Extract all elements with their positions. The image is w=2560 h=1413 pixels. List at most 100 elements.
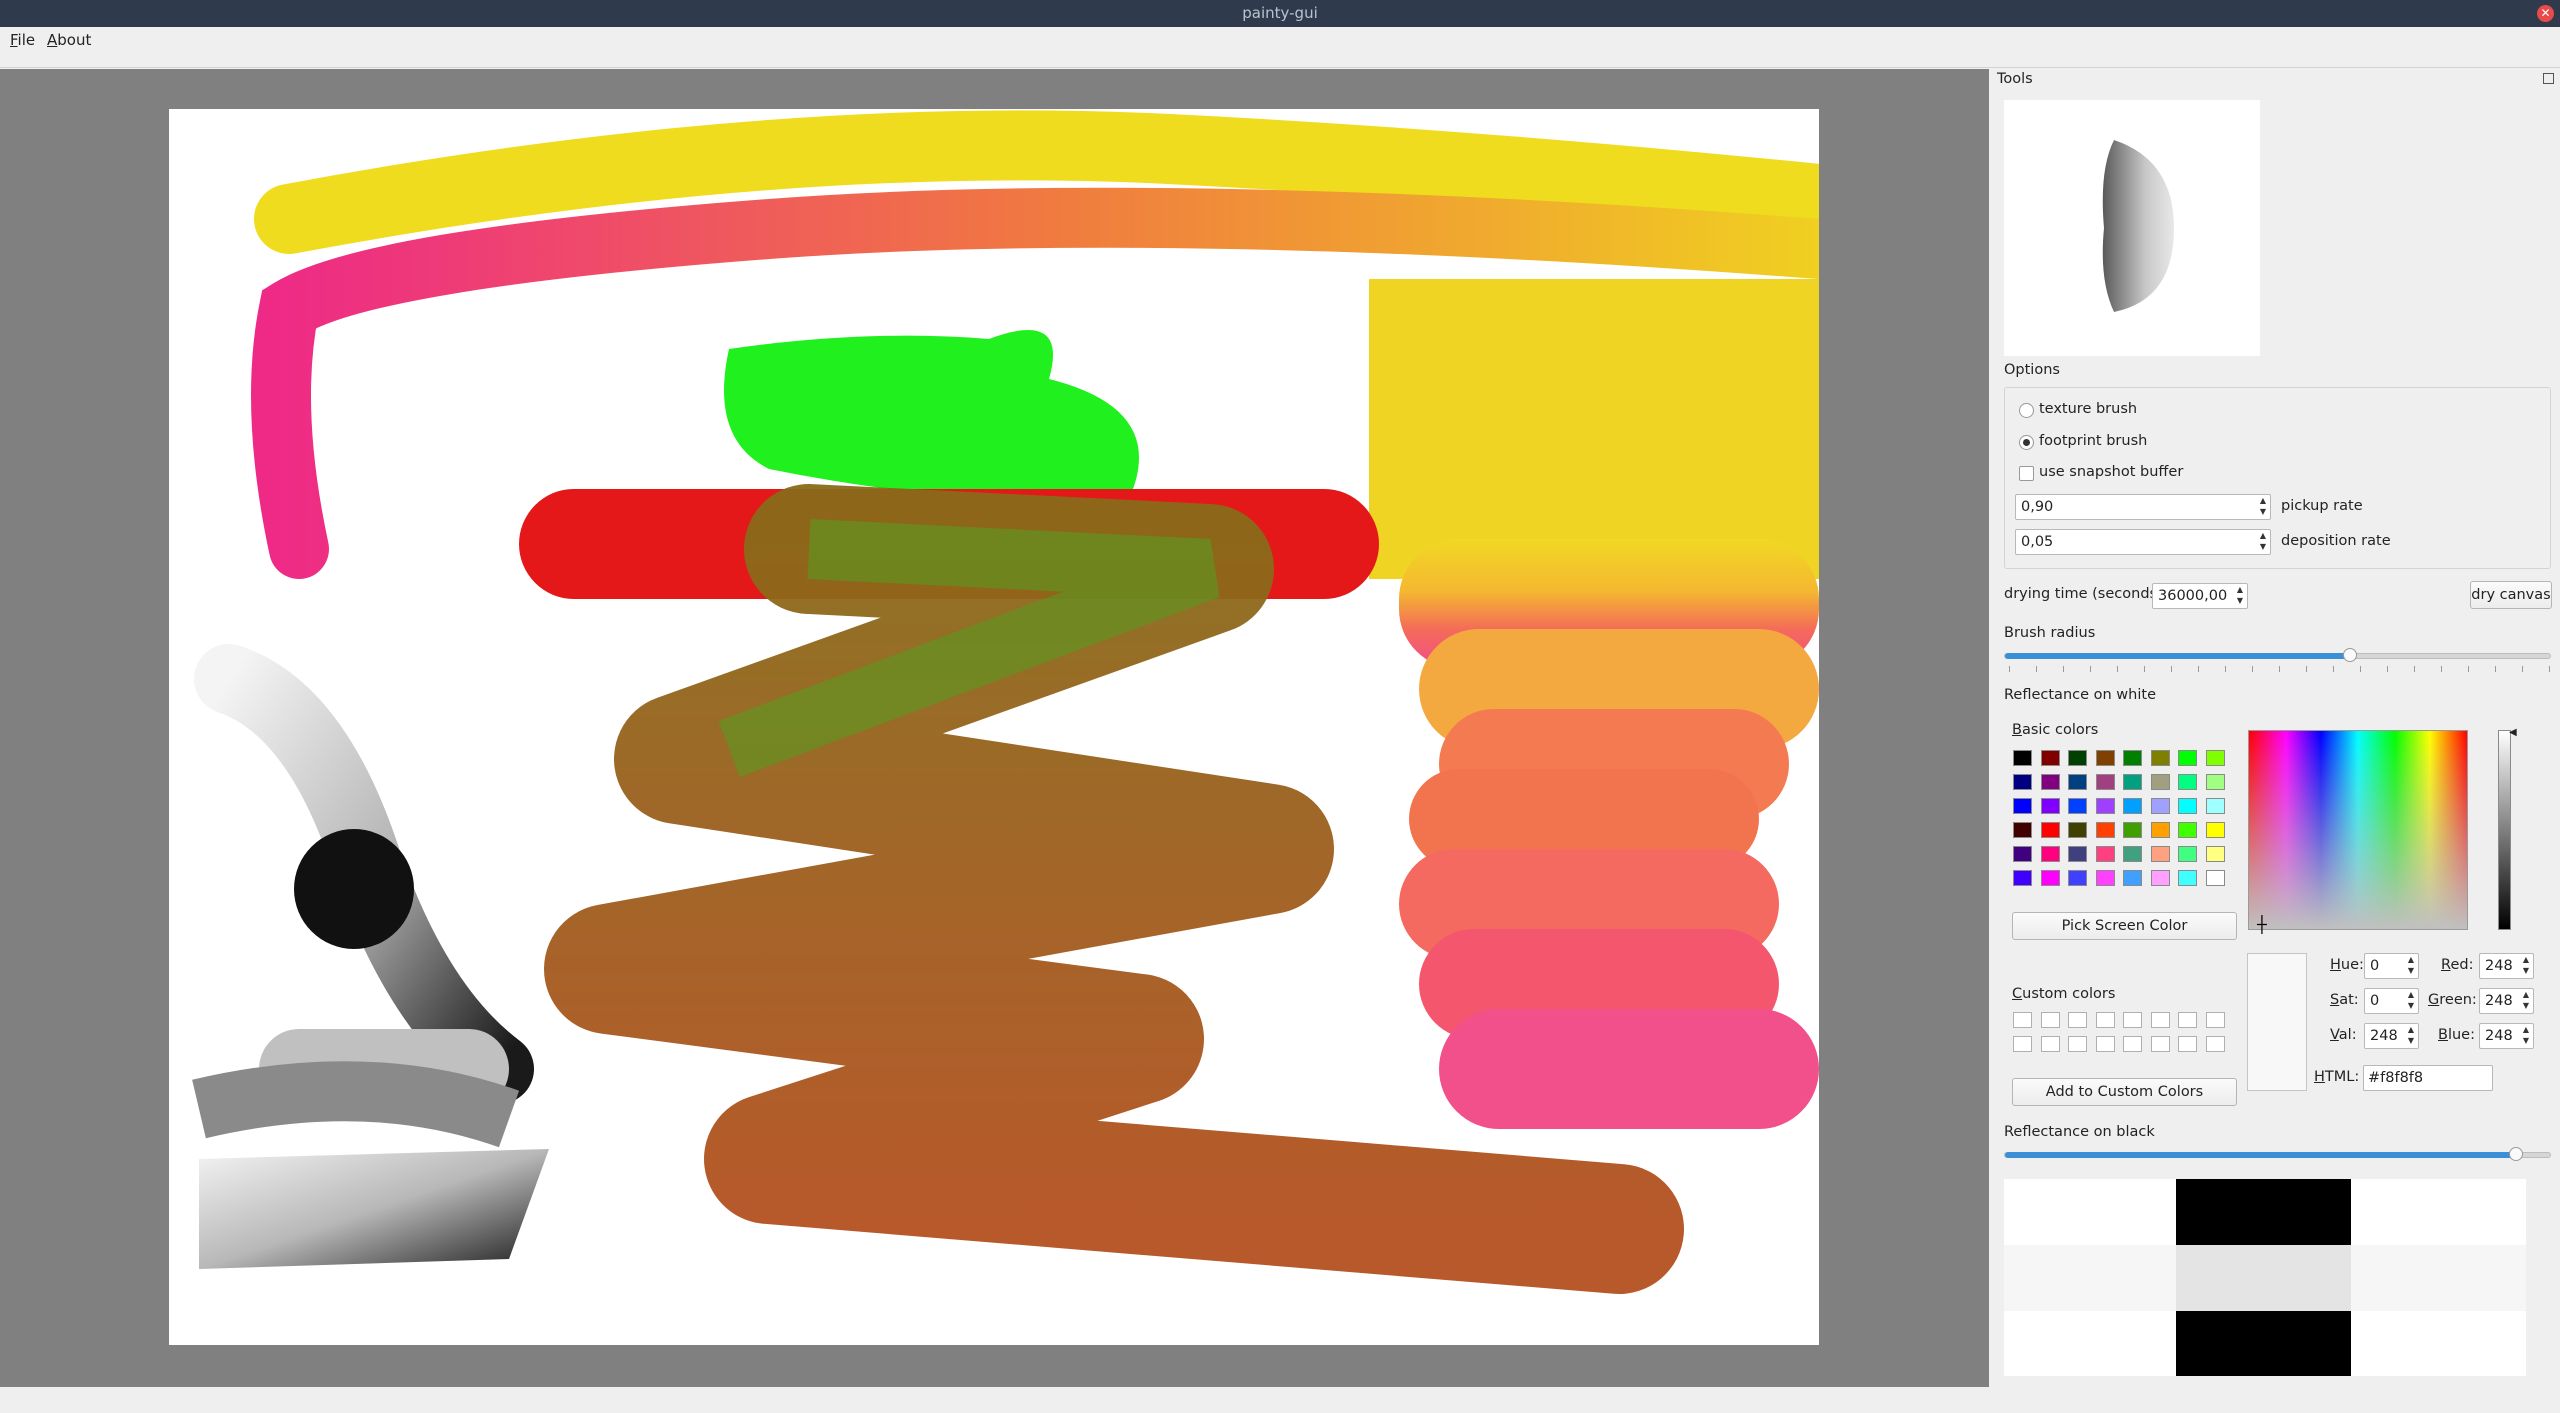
spin-arrows-icon[interactable]: ▲ ▼ [2404, 989, 2418, 1013]
custom-color-swatch[interactable] [2178, 1012, 2197, 1028]
custom-color-swatch[interactable] [2205, 1012, 2225, 1028]
basic-color-swatch[interactable] [2013, 774, 2032, 790]
red-spinbox[interactable]: 248 ▲ ▼ [2479, 953, 2534, 979]
basic-color-swatch[interactable] [2095, 870, 2115, 886]
custom-color-swatch[interactable] [2178, 1036, 2197, 1052]
brush-radius-handle[interactable] [2343, 648, 2357, 662]
basic-color-swatch[interactable] [2040, 798, 2060, 814]
basic-color-swatch[interactable] [2205, 798, 2225, 814]
pickup-rate-spinbox[interactable]: 0,90 ▲ ▼ [2015, 494, 2271, 520]
sat-spinbox[interactable]: 0 ▲ ▼ [2364, 988, 2419, 1014]
texture-brush-radio[interactable] [2019, 403, 2034, 418]
spin-arrows-icon[interactable]: ▲ ▼ [2256, 495, 2270, 519]
paint-canvas[interactable] [169, 109, 1819, 1345]
basic-color-swatch[interactable] [2205, 870, 2225, 886]
basic-color-swatch[interactable] [2068, 846, 2087, 862]
basic-color-swatch[interactable] [2040, 750, 2060, 766]
reflectance-black-slider[interactable] [2004, 1147, 2551, 1161]
deposition-rate-spinbox[interactable]: 0,05 ▲ ▼ [2015, 529, 2271, 555]
basic-color-swatch[interactable] [2178, 750, 2197, 766]
spin-arrows-icon[interactable]: ▲ ▼ [2233, 584, 2247, 608]
basic-color-swatch[interactable] [2068, 822, 2087, 838]
basic-color-swatch[interactable] [2013, 750, 2032, 766]
custom-color-swatch[interactable] [2095, 1012, 2115, 1028]
spin-arrows-icon[interactable]: ▲ ▼ [2404, 954, 2418, 978]
basic-color-swatch[interactable] [2068, 798, 2087, 814]
drying-time-spinbox[interactable]: 36000,00 ▲ ▼ [2152, 583, 2248, 609]
canvas-scroll-area[interactable] [0, 69, 1989, 1387]
val-spinbox[interactable]: 248 ▲ ▼ [2364, 1023, 2419, 1049]
custom-color-swatch[interactable] [2068, 1036, 2087, 1052]
custom-color-swatch[interactable] [2013, 1036, 2032, 1052]
basic-color-swatch[interactable] [2205, 822, 2225, 838]
basic-color-swatch[interactable] [2068, 870, 2087, 886]
basic-color-swatch[interactable] [2013, 822, 2032, 838]
basic-color-swatch[interactable] [2040, 870, 2060, 886]
brush-radius-slider[interactable] [2004, 648, 2551, 662]
custom-color-swatch[interactable] [2013, 1012, 2032, 1028]
custom-color-swatch[interactable] [2040, 1012, 2060, 1028]
basic-color-swatch[interactable] [2123, 822, 2142, 838]
custom-color-swatch[interactable] [2095, 1036, 2115, 1052]
basic-color-swatch[interactable] [2123, 798, 2142, 814]
basic-color-swatch[interactable] [2150, 822, 2170, 838]
custom-color-swatch[interactable] [2150, 1012, 2170, 1028]
close-window-button[interactable]: ✕ [2537, 5, 2554, 22]
custom-color-swatch[interactable] [2205, 1036, 2225, 1052]
value-bar[interactable]: ◀ [2498, 727, 2517, 930]
basic-color-swatch[interactable] [2123, 750, 2142, 766]
basic-color-swatch[interactable] [2068, 750, 2087, 766]
basic-color-swatch[interactable] [2095, 750, 2115, 766]
add-custom-color-button[interactable]: Add to Custom Colors [2012, 1078, 2237, 1106]
green-spinbox[interactable]: 248 ▲ ▼ [2479, 988, 2534, 1014]
float-dock-icon[interactable] [2543, 73, 2554, 84]
basic-color-swatch[interactable] [2068, 774, 2087, 790]
custom-color-swatch[interactable] [2123, 1012, 2142, 1028]
basic-color-swatch[interactable] [2150, 798, 2170, 814]
basic-color-swatch[interactable] [2123, 774, 2142, 790]
basic-color-swatch[interactable] [2178, 870, 2197, 886]
spin-arrows-icon[interactable]: ▲ ▼ [2519, 954, 2533, 978]
basic-color-swatch[interactable] [2123, 846, 2142, 862]
menu-file[interactable]: File [10, 31, 35, 49]
reflectance-black-handle[interactable] [2509, 1147, 2523, 1161]
custom-color-swatch[interactable] [2150, 1036, 2170, 1052]
basic-color-swatch[interactable] [2095, 774, 2115, 790]
blue-spinbox[interactable]: 248 ▲ ▼ [2479, 1023, 2534, 1049]
basic-color-swatch[interactable] [2040, 822, 2060, 838]
basic-color-swatch[interactable] [2095, 798, 2115, 814]
custom-color-swatch[interactable] [2068, 1012, 2087, 1028]
pick-screen-color-button[interactable]: Pick Screen Color [2012, 912, 2237, 940]
basic-color-swatch[interactable] [2150, 750, 2170, 766]
html-color-input[interactable]: #f8f8f8 [2363, 1065, 2493, 1091]
basic-color-swatch[interactable] [2040, 774, 2060, 790]
basic-color-swatch[interactable] [2178, 846, 2197, 862]
basic-color-swatch[interactable] [2013, 798, 2032, 814]
basic-color-swatch[interactable] [2013, 870, 2032, 886]
footprint-brush-radio[interactable] [2019, 435, 2034, 450]
spin-arrows-icon[interactable]: ▲ ▼ [2519, 1024, 2533, 1048]
basic-color-swatch[interactable] [2150, 870, 2170, 886]
spin-arrows-icon[interactable]: ▲ ▼ [2404, 1024, 2418, 1048]
dry-canvas-button[interactable]: dry canvas [2470, 581, 2552, 609]
basic-color-swatch[interactable] [2205, 846, 2225, 862]
menu-about[interactable]: About [47, 31, 91, 49]
basic-color-swatch[interactable] [2040, 846, 2060, 862]
spin-arrows-icon[interactable]: ▲ ▼ [2256, 530, 2270, 554]
basic-color-swatch[interactable] [2150, 846, 2170, 862]
custom-color-swatch[interactable] [2040, 1036, 2060, 1052]
basic-color-swatch[interactable] [2205, 750, 2225, 766]
basic-color-swatch[interactable] [2150, 774, 2170, 790]
snapshot-checkbox[interactable] [2019, 466, 2034, 481]
basic-color-swatch[interactable] [2205, 774, 2225, 790]
basic-color-swatch[interactable] [2178, 798, 2197, 814]
basic-color-swatch[interactable] [2123, 870, 2142, 886]
basic-color-swatch[interactable] [2013, 846, 2032, 862]
hue-spinbox[interactable]: 0 ▲ ▼ [2364, 953, 2419, 979]
custom-color-swatch[interactable] [2123, 1036, 2142, 1052]
color-spectrum[interactable]: ┼ [2248, 730, 2468, 934]
basic-color-swatch[interactable] [2178, 822, 2197, 838]
basic-color-swatch[interactable] [2095, 822, 2115, 838]
basic-color-swatch[interactable] [2095, 846, 2115, 862]
spin-arrows-icon[interactable]: ▲ ▼ [2519, 989, 2533, 1013]
